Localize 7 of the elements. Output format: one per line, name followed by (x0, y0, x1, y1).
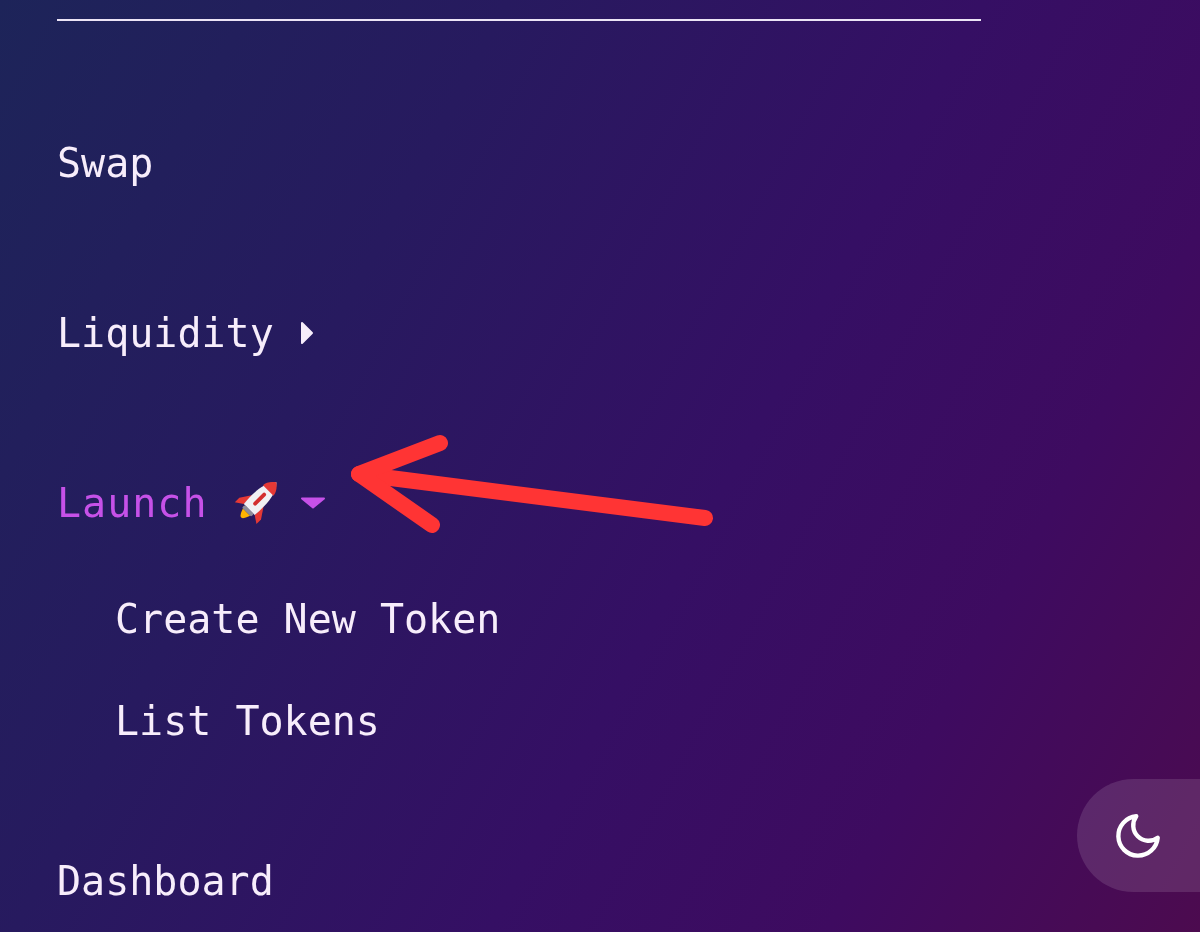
nav-link[interactable]: Dashboard (57, 853, 274, 909)
nav-link[interactable]: Swap (57, 135, 154, 191)
nav-dropdown[interactable]: Liquidity (57, 305, 314, 361)
nav-dropdown[interactable]: Launch (57, 475, 326, 531)
theme-toggle-button[interactable] (1077, 779, 1200, 892)
submenu-item[interactable]: Create New Token (115, 594, 501, 644)
submenu-item[interactable]: List Tokens (115, 696, 380, 746)
